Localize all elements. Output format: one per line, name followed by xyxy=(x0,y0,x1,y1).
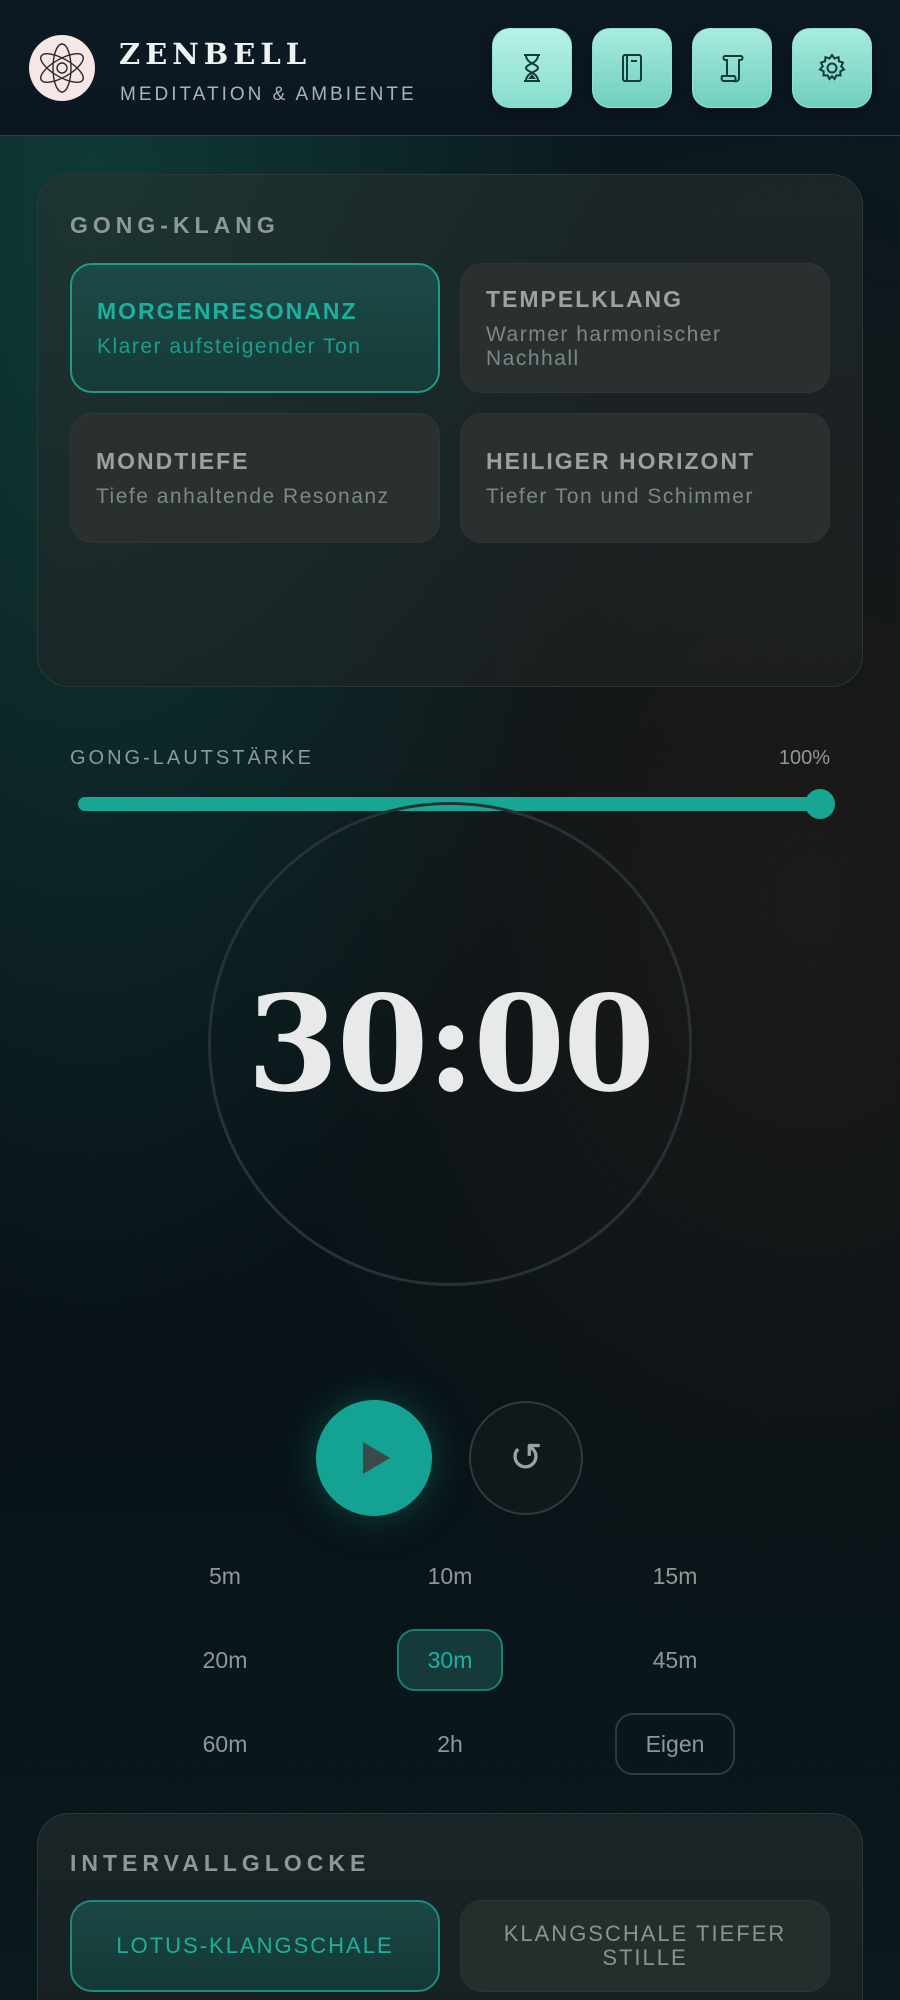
gong-option-name: TEMPELKLANG xyxy=(486,285,684,312)
duration-30m[interactable]: 30m xyxy=(397,1629,503,1691)
slider-thumb[interactable] xyxy=(805,789,835,819)
gong-volume-value: 100% xyxy=(778,747,830,769)
duration-2h[interactable]: 2h xyxy=(390,1713,510,1775)
timer-nav-button[interactable] xyxy=(492,28,572,108)
app-subtitle: MEDITATION & AMBIENTE xyxy=(120,84,417,105)
lotus-logo-icon xyxy=(40,43,84,93)
gong-option-desc: Tiefer Ton und Schimmer xyxy=(486,484,754,508)
duration-60m[interactable]: 60m xyxy=(165,1713,285,1775)
gong-option-desc: Klarer aufsteigender Ton xyxy=(97,334,362,358)
settings-nav-button[interactable] xyxy=(792,28,872,108)
play-icon xyxy=(363,1442,390,1474)
duration-20m[interactable]: 20m xyxy=(165,1629,285,1691)
gong-option-tempelklang[interactable]: TEMPELKLANG Warmer harmonischer Nachhall xyxy=(460,263,830,393)
gong-option-mondtiefe[interactable]: MONDTIEFE Tiefe anhaltende Resonanz xyxy=(70,413,440,543)
duration-custom[interactable]: Eigen xyxy=(615,1713,735,1775)
gong-option-heiliger-horizont[interactable]: HEILIGER HORIZONT Tiefer Ton und Schimme… xyxy=(460,413,830,543)
app-header: ZENBELL MEDITATION & AMBIENTE xyxy=(0,0,900,136)
reset-button[interactable]: ↺ xyxy=(469,1401,583,1515)
interval-option-lotus[interactable]: LOTUS-KLANGSCHALE xyxy=(70,1900,440,1992)
hourglass-icon xyxy=(524,54,540,82)
gong-volume-label: GONG-LAUTSTÄRKE xyxy=(70,747,314,769)
scroll-nav-button[interactable] xyxy=(692,28,772,108)
duration-45m[interactable]: 45m xyxy=(615,1629,735,1691)
gong-option-name: MORGENRESONANZ xyxy=(97,297,358,324)
duration-10m[interactable]: 10m xyxy=(390,1545,510,1607)
gong-option-desc: Tiefe anhaltende Resonanz xyxy=(96,484,390,508)
gear-icon xyxy=(818,53,846,81)
gong-card: GONG-KLANG MORGENRESONANZ Klarer aufstei… xyxy=(37,174,863,819)
play-button[interactable] xyxy=(316,1400,432,1516)
reset-icon: ↺ xyxy=(509,1436,543,1480)
interval-option-tiefer-stille[interactable]: KLANGSCHALE TIEFER STILLE xyxy=(460,1900,830,1992)
journal-nav-button[interactable] xyxy=(592,28,672,108)
logo xyxy=(29,35,95,101)
interval-section-title: INTERVALLGLOCKE xyxy=(70,1850,371,1876)
timer-display: 30:00 xyxy=(246,966,655,1122)
app-title: ZENBELL xyxy=(119,37,312,71)
timer-ring: 30:00 xyxy=(208,802,692,1286)
book-icon xyxy=(622,54,642,82)
duration-15m[interactable]: 15m xyxy=(615,1545,735,1607)
duration-5m[interactable]: 5m xyxy=(165,1545,285,1607)
gong-section-title: GONG-KLANG xyxy=(70,212,280,238)
gong-option-name: HEILIGER HORIZONT xyxy=(486,447,756,474)
gong-option-name: MONDTIEFE xyxy=(96,447,250,474)
gong-option-desc: Warmer harmonischer Nachhall xyxy=(486,322,722,370)
scroll-icon xyxy=(720,55,744,83)
gong-option-morgenresonanz[interactable]: MORGENRESONANZ Klarer aufsteigender Ton xyxy=(70,263,440,393)
